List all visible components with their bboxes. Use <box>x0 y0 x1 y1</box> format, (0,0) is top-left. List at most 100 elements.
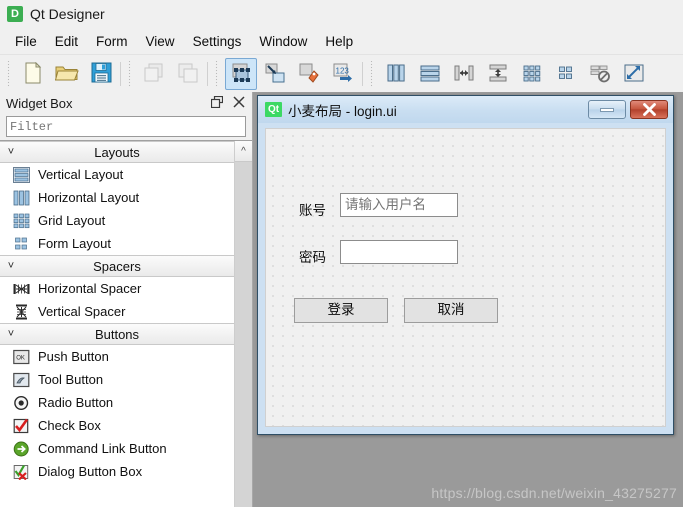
widget-item-radio-button[interactable]: Radio Button <box>0 391 234 414</box>
vertical-layout-icon <box>12 166 30 184</box>
filter-input[interactable] <box>6 116 246 137</box>
check-box-icon <box>12 417 30 435</box>
account-input[interactable] <box>340 193 458 217</box>
form-window-titlebar[interactable]: Qt 小麦布局 - login.ui <box>258 96 673 123</box>
copy-icon <box>143 62 165 87</box>
save-form-button[interactable] <box>85 58 117 90</box>
widget-item-tool-button[interactable]: Tool Button <box>0 368 234 391</box>
close-icon <box>233 95 245 111</box>
menu-item-view[interactable]: View <box>137 31 184 52</box>
adjust-size-button[interactable] <box>618 58 650 90</box>
layout-grid-button[interactable] <box>516 58 548 90</box>
widget-item-label: Horizontal Spacer <box>38 281 142 296</box>
menu-item-file[interactable]: File <box>6 31 46 52</box>
edit-buddies-button[interactable] <box>293 58 325 90</box>
horizontal-layout-icon <box>12 189 30 207</box>
widget-item-horizontal-spacer[interactable]: Horizontal Spacer <box>0 277 234 300</box>
toolbar-drag-handle[interactable] <box>5 61 13 87</box>
widget-item-label: Dialog Button Box <box>38 464 143 479</box>
layout-vertically-button[interactable] <box>414 58 446 90</box>
layout-vertical-icon <box>419 63 441 86</box>
menu-item-help[interactable]: Help <box>316 31 362 52</box>
adjust-size-icon <box>623 63 645 86</box>
form-layout-icon <box>12 235 30 253</box>
widget-item-vertical-layout[interactable]: Vertical Layout <box>0 163 234 186</box>
paste-button[interactable] <box>172 58 204 90</box>
section-header-layouts[interactable]: ˅ Layouts <box>0 141 234 163</box>
new-form-button[interactable] <box>17 58 49 90</box>
scroll-up-arrow-icon[interactable]: ^ <box>235 141 252 162</box>
widget-box-header: Widget Box <box>0 92 252 114</box>
toolbar-drag-handle[interactable] <box>368 61 376 87</box>
widget-item-check-box[interactable]: Check Box <box>0 414 234 437</box>
edit-widgets-icon <box>230 62 252 87</box>
widget-item-label: Form Layout <box>38 236 111 251</box>
float-dock-button[interactable] <box>206 94 228 112</box>
password-label[interactable]: 密码 <box>299 246 326 266</box>
open-form-button[interactable] <box>51 58 83 90</box>
section-label-layouts: Layouts <box>94 144 140 160</box>
widget-box-dock: Widget Box Filter ˅ Layouts Vertical Lay… <box>0 92 253 507</box>
menu-item-settings[interactable]: Settings <box>184 31 251 52</box>
main-body: Widget Box Filter ˅ Layouts Vertical Lay… <box>0 92 683 507</box>
widget-item-label: Push Button <box>38 349 109 364</box>
widget-box-list: ˅ Layouts Vertical Layout Horizontal Lay… <box>0 141 234 507</box>
layout-horizontal-icon <box>385 63 407 86</box>
buddies-icon <box>298 62 320 87</box>
widget-item-push-button[interactable]: OK Push Button <box>0 345 234 368</box>
new-file-icon <box>23 61 43 87</box>
section-label-spacers: Spacers <box>93 258 141 274</box>
command-link-button-icon <box>12 440 30 458</box>
break-layout-icon <box>589 63 611 86</box>
toolbar-separator <box>207 62 208 86</box>
layout-splitter-vertical-button[interactable] <box>482 58 514 90</box>
section-header-spacers[interactable]: ˅ Spacers <box>0 255 234 277</box>
layout-horizontally-button[interactable] <box>380 58 412 90</box>
toolbar-drag-handle[interactable] <box>213 61 221 87</box>
widget-item-label: Vertical Spacer <box>38 304 126 319</box>
edit-tab-order-button[interactable]: 123 <box>327 58 359 90</box>
widget-box-title: Widget Box <box>6 95 73 111</box>
horizontal-spacer-icon <box>12 280 30 298</box>
widget-item-horizontal-layout[interactable]: Horizontal Layout <box>0 186 234 209</box>
menu-item-form[interactable]: Form <box>87 31 137 52</box>
svg-text:123: 123 <box>336 66 350 75</box>
menu-item-window[interactable]: Window <box>250 31 316 52</box>
account-label[interactable]: 账号 <box>299 199 326 219</box>
scrollbar-track[interactable] <box>235 162 252 507</box>
layout-grid-icon <box>521 63 543 86</box>
layout-form-button[interactable] <box>550 58 582 90</box>
layout-splitter-horizontal-button[interactable] <box>448 58 480 90</box>
break-layout-button[interactable] <box>584 58 616 90</box>
close-button[interactable] <box>630 100 668 119</box>
widget-item-form-layout[interactable]: Form Layout <box>0 232 234 255</box>
cancel-button[interactable]: 取消 <box>404 298 498 323</box>
login-button[interactable]: 登录 <box>294 298 388 323</box>
copy-button[interactable] <box>138 58 170 90</box>
widget-box-scrollbar[interactable]: ^ <box>234 141 252 507</box>
form-canvas[interactable]: 账号 密码 登录 取消 <box>265 128 666 427</box>
password-input[interactable] <box>340 240 458 264</box>
paste-icon <box>177 62 199 87</box>
toolbar-drag-handle[interactable] <box>126 61 134 87</box>
menu-item-edit[interactable]: Edit <box>46 31 87 52</box>
section-header-buttons[interactable]: ˅ Buttons <box>0 323 234 345</box>
widget-item-vertical-spacer[interactable]: Vertical Spacer <box>0 300 234 323</box>
minimize-button[interactable] <box>588 100 626 119</box>
widget-item-label: Command Link Button <box>38 441 167 456</box>
application-title: Qt Designer <box>30 6 105 22</box>
qt-designer-window: D Qt Designer File Edit Form View Settin… <box>0 0 683 507</box>
edit-signals-slots-button[interactable] <box>259 58 291 90</box>
application-titlebar: D Qt Designer <box>0 0 683 28</box>
edit-widgets-button[interactable] <box>225 58 257 90</box>
grid-layout-icon <box>12 212 30 230</box>
widget-item-grid-layout[interactable]: Grid Layout <box>0 209 234 232</box>
widget-item-dialog-button-box[interactable]: Dialog Button Box <box>0 460 234 483</box>
widget-item-label: Grid Layout <box>38 213 106 228</box>
widget-item-label: Check Box <box>38 418 101 433</box>
qt-logo-icon: Qt <box>265 102 282 117</box>
close-dock-button[interactable] <box>228 94 250 112</box>
widget-item-command-link-button[interactable]: Command Link Button <box>0 437 234 460</box>
qt-designer-logo-icon: D <box>7 6 23 22</box>
save-floppy-icon <box>91 62 112 86</box>
